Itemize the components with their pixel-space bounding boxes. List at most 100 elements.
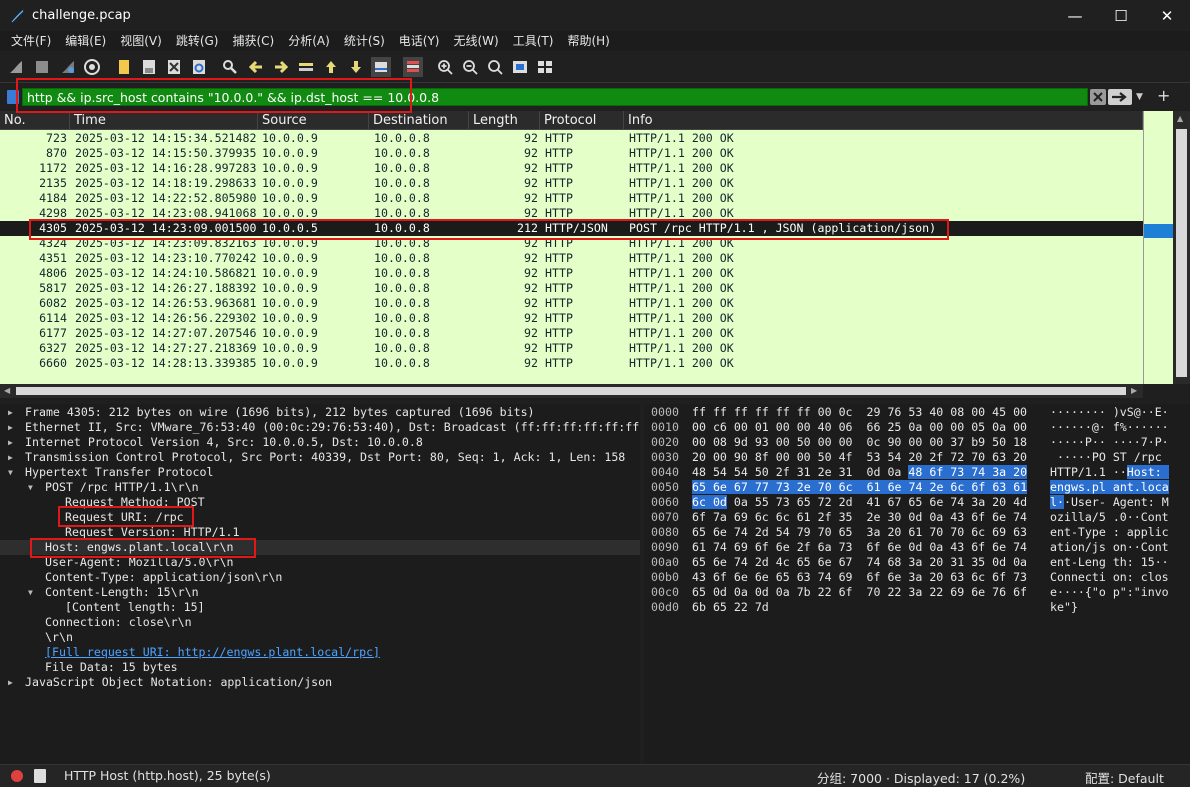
detail-row[interactable]: ▶ JavaScript Object Notation: application…: [0, 675, 640, 690]
column-header[interactable]: Source: [258, 111, 369, 130]
bytes-ascii[interactable]: ent-Leng th: 15··: [1050, 555, 1169, 570]
bytes-hex[interactable]: 6b 65 22 7d: [692, 600, 769, 615]
autoscroll-icon[interactable]: [371, 57, 391, 77]
start-capture-icon[interactable]: [6, 57, 26, 77]
detail-row[interactable]: \r\n: [0, 630, 640, 645]
bytes-ascii[interactable]: ······@· f%······: [1050, 420, 1169, 435]
menu-item[interactable]: 捕获(C): [225, 31, 281, 51]
detail-row[interactable]: [Content length: 15]: [0, 600, 640, 615]
bytes-hex[interactable]: 65 6e 74 2d 54 79 70 65 3a 20 61 70 70 6…: [692, 525, 1027, 540]
menu-item[interactable]: 电话(Y): [392, 31, 447, 51]
collapsed-arrow-icon[interactable]: ▶: [8, 675, 18, 690]
bytes-hex[interactable]: 48 54 54 50 2f 31 2e 31 0d 0a 48 6f 73 7…: [692, 465, 1028, 480]
bytes-ascii[interactable]: e····{"o p":"invo: [1050, 585, 1169, 600]
expanded-arrow-icon[interactable]: ▼: [28, 480, 38, 495]
menu-item[interactable]: 文件(F): [4, 31, 58, 51]
bytes-hex[interactable]: 00 c6 00 01 00 00 40 06 66 25 0a 00 00 0…: [692, 420, 1027, 435]
save-file-icon[interactable]: [139, 57, 159, 77]
bytes-ascii[interactable]: ation/js on··Cont: [1050, 540, 1169, 555]
bytes-ascii[interactable]: l··User- Agent: M: [1050, 495, 1169, 510]
bytes-hex[interactable]: 65 6e 74 2d 4c 65 6e 67 74 68 3a 20 31 3…: [692, 555, 1027, 570]
packet-row[interactable]: 6660 2025-03-12 14:28:13.339385 10.0.0.9 10…: [0, 356, 1143, 371]
expanded-arrow-icon[interactable]: ▼: [8, 465, 18, 480]
bytes-hex[interactable]: 43 6f 6e 6e 65 63 74 69 6f 6e 3a 20 63 6…: [692, 570, 1027, 585]
zoom-in-icon[interactable]: [435, 57, 455, 77]
packet-row[interactable]: 723 2025-03-12 14:15:34.521482 10.0.0.9 10.…: [0, 131, 1143, 146]
apply-filter-icon[interactable]: [1108, 89, 1132, 105]
find-packet-icon[interactable]: [220, 57, 240, 77]
scroll-left-icon[interactable]: ◀: [4, 386, 10, 395]
bytes-hex[interactable]: 65 0d 0a 0d 0a 7b 22 6f 70 22 3a 22 69 6…: [692, 585, 1027, 600]
column-header[interactable]: Info: [624, 111, 1143, 130]
scroll-thumb[interactable]: [1176, 129, 1187, 377]
bytes-hex[interactable]: 20 00 90 8f 00 00 50 4f 53 54 20 2f 72 7…: [692, 450, 1027, 465]
bytes-hex[interactable]: 6c 0d 0a 55 73 65 72 2d 41 67 65 6e 74 3…: [692, 495, 1027, 510]
packet-minimap[interactable]: [1143, 111, 1174, 384]
detail-row[interactable]: ▼ Content-Length: 15\r\n: [0, 585, 640, 600]
detail-link[interactable]: [Full request URI: http://engws.plant.lo…: [45, 645, 380, 660]
detail-row[interactable]: ▼ POST /rpc HTTP/1.1\r\n: [0, 480, 640, 495]
bytes-hex[interactable]: 00 08 9d 93 00 50 00 00 0c 90 00 00 37 b…: [692, 435, 1027, 450]
detail-row[interactable]: Request URI: /rpc: [0, 510, 640, 525]
minimize-button[interactable]: —: [1052, 0, 1098, 31]
menu-item[interactable]: 视图(V): [113, 31, 169, 51]
go-back-icon[interactable]: [246, 57, 266, 77]
zoom-out-icon[interactable]: [460, 57, 480, 77]
bytes-ascii[interactable]: engws.pl ant.loca: [1050, 480, 1169, 495]
bytes-ascii[interactable]: ·····PO ST /rpc: [1050, 450, 1169, 465]
stop-capture-icon[interactable]: [32, 57, 52, 77]
packet-row[interactable]: 4184 2025-03-12 14:22:52.805980 10.0.0.9 10…: [0, 191, 1143, 206]
restart-capture-icon[interactable]: [58, 57, 78, 77]
column-header[interactable]: Time: [70, 111, 258, 130]
bytes-ascii[interactable]: Connecti on: clos: [1050, 570, 1169, 585]
detail-row[interactable]: Request Version: HTTP/1.1: [0, 525, 640, 540]
clear-filter-icon[interactable]: [1090, 89, 1106, 105]
add-filter-button-icon[interactable]: +: [1157, 86, 1173, 106]
detail-row[interactable]: ▶ Internet Protocol Version 4, Src: 10.0.…: [0, 435, 640, 450]
capture-comment-icon[interactable]: [34, 769, 46, 783]
packet-list-hscroll[interactable]: ◀ ▶: [0, 384, 1143, 398]
packet-row[interactable]: 6177 2025-03-12 14:27:07.207546 10.0.0.9 10…: [0, 326, 1143, 341]
column-layout-icon[interactable]: [535, 57, 555, 77]
packet-row[interactable]: 2135 2025-03-12 14:18:19.298633 10.0.0.9 10…: [0, 176, 1143, 191]
open-file-icon[interactable]: [114, 57, 134, 77]
capture-options-icon[interactable]: [82, 57, 102, 77]
detail-row[interactable]: [Full request URI: http://engws.plant.lo…: [0, 645, 640, 660]
detail-row[interactable]: Request Method: POST: [0, 495, 640, 510]
detail-row[interactable]: ▶ Transmission Control Protocol, Src Port…: [0, 450, 640, 465]
packet-row[interactable]: 1172 2025-03-12 14:16:28.997283 10.0.0.9 10…: [0, 161, 1143, 176]
maximize-button[interactable]: ☐: [1098, 0, 1144, 31]
close-button[interactable]: ✕: [1144, 0, 1190, 31]
colorize-icon[interactable]: [403, 57, 423, 77]
packet-row[interactable]: 6082 2025-03-12 14:26:53.963681 10.0.0.9 10…: [0, 296, 1143, 311]
column-header[interactable]: Protocol: [540, 111, 624, 130]
bytes-hex[interactable]: 65 6e 67 77 73 2e 70 6c 61 6e 74 2e 6c 6…: [692, 480, 1028, 495]
menu-item[interactable]: 工具(T): [506, 31, 561, 51]
packet-row[interactable]: 4806 2025-03-12 14:24:10.586821 10.0.0.9 10…: [0, 266, 1143, 281]
filter-history-icon[interactable]: ▼: [1136, 89, 1148, 105]
expanded-arrow-icon[interactable]: ▼: [28, 585, 38, 600]
bytes-ascii[interactable]: ········ )vS@··E·: [1050, 405, 1169, 420]
detail-row[interactable]: ▼ Hypertext Transfer Protocol: [0, 465, 640, 480]
menu-item[interactable]: 跳转(G): [169, 31, 226, 51]
menu-item[interactable]: 编辑(E): [58, 31, 113, 51]
packet-row[interactable]: 4298 2025-03-12 14:23:08.941068 10.0.0.9 10…: [0, 206, 1143, 221]
packet-list-vscroll[interactable]: ▲: [1173, 111, 1190, 384]
detail-row[interactable]: ▶ Frame 4305: 212 bytes on wire (1696 bit…: [0, 405, 640, 420]
packet-row[interactable]: 4324 2025-03-12 14:23:09.832163 10.0.0.9 10…: [0, 236, 1143, 251]
bookmark-icon[interactable]: [7, 90, 19, 104]
packet-row[interactable]: 870 2025-03-12 14:15:50.379935 10.0.0.9 10.…: [0, 146, 1143, 161]
column-header[interactable]: Length: [469, 111, 540, 130]
bytes-ascii[interactable]: ozilla/5 .0··Cont: [1050, 510, 1169, 525]
bytes-ascii[interactable]: ent-Type : applic: [1050, 525, 1169, 540]
hscroll-thumb[interactable]: [16, 387, 1126, 395]
detail-row[interactable]: ▶ Ethernet II, Src: VMware_76:53:40 (00:0…: [0, 420, 640, 435]
display-filter-input[interactable]: http && ip.src_host contains "10.0.0." &…: [22, 88, 1088, 106]
resize-columns-icon[interactable]: [510, 57, 530, 77]
menu-item[interactable]: 分析(A): [281, 31, 337, 51]
packet-row[interactable]: 6114 2025-03-12 14:26:56.229302 10.0.0.9 10…: [0, 311, 1143, 326]
column-header[interactable]: Destination: [369, 111, 469, 130]
collapsed-arrow-icon[interactable]: ▶: [8, 420, 18, 435]
packet-row[interactable]: 4305 2025-03-12 14:23:09.001500 10.0.0.5 10…: [0, 221, 1143, 236]
scroll-up-icon[interactable]: ▲: [1177, 114, 1183, 123]
